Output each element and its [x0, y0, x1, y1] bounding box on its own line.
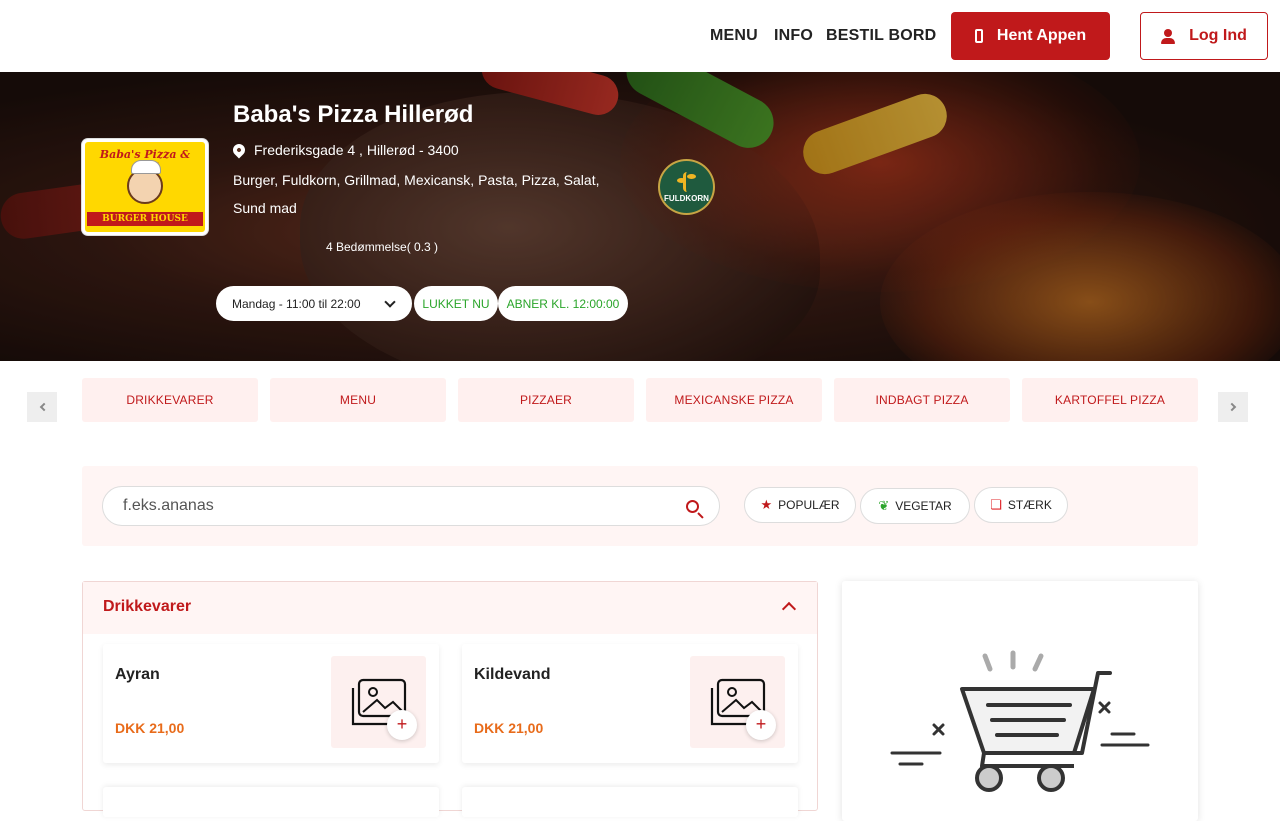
phone-icon: [974, 29, 983, 43]
add-to-cart-button[interactable]: +: [746, 710, 776, 740]
login-button[interactable]: Log Ind: [1140, 12, 1268, 60]
category-scroll-left[interactable]: [27, 392, 57, 422]
login-label: Log Ind: [1189, 27, 1247, 44]
search-input[interactable]: [102, 486, 720, 526]
menu-section-header[interactable]: [83, 582, 817, 634]
category-tab-drikkevarer[interactable]: DRIKKEVARER: [82, 378, 258, 422]
chevron-left-icon: [39, 402, 48, 412]
category-tab-menu[interactable]: MENU: [270, 378, 446, 422]
address-text: Frederiksgade 4 , Hillerød - 3400: [254, 142, 459, 158]
rating-text: 4 Bedømmelse( 0.3 ): [326, 240, 439, 254]
chevron-down-icon: [384, 296, 396, 308]
category-scroll-right[interactable]: [1218, 392, 1248, 422]
location-pin-icon: [230, 141, 248, 159]
empty-cart-icon: [890, 650, 1150, 792]
opens-at-badge: ABNER KL. 12:00:00: [498, 286, 628, 321]
wheat-icon: [676, 171, 696, 192]
cuisine-list: Burger, Fuldkorn, Grillmad, Mexicansk, P…: [233, 172, 600, 216]
filter-spicy[interactable]: ❏ STÆRK: [974, 487, 1068, 523]
item-name: Kildevand: [474, 666, 551, 683]
leaf-icon: ❦: [878, 498, 890, 513]
item-name: Ayran: [115, 666, 160, 683]
search-icon[interactable]: [686, 500, 704, 519]
category-tab-indbagt-pizza[interactable]: INDBAGT PIZZA: [834, 378, 1010, 422]
closed-now-badge: LUKKET NU: [414, 286, 498, 321]
opening-hours-select[interactable]: Mandag - 11:00 til 22:00: [216, 286, 412, 321]
opening-hours-value: Mandag - 11:00 til 22:00: [232, 296, 361, 311]
chef-illustration: [127, 160, 163, 204]
menu-item-card[interactable]: Ayran DKK 21,00 +: [103, 644, 439, 763]
logo-band: BURGER HOUSE: [87, 212, 203, 226]
fuldkorn-label: FULDKORN: [664, 193, 709, 203]
get-app-label: Hent Appen: [996, 27, 1087, 44]
user-icon: [1161, 28, 1176, 44]
category-tab-kartoffel-pizza[interactable]: KARTOFFEL PIZZA: [1022, 378, 1198, 422]
nav-book-table[interactable]: BESTIL BORD: [826, 27, 936, 45]
restaurant-name: Baba's Pizza Hillerød: [233, 101, 474, 128]
nav-info[interactable]: INFO: [774, 27, 813, 45]
filter-popular-label: POPULÆR: [778, 498, 840, 512]
filter-vegetarian[interactable]: ❦ VEGETAR: [860, 488, 970, 524]
category-tab-mexicanske-pizza[interactable]: MEXICANSKE PIZZA: [646, 378, 822, 422]
category-tab-pizzaer[interactable]: PIZZAER: [458, 378, 634, 422]
add-to-cart-button[interactable]: +: [387, 710, 417, 740]
get-app-button[interactable]: Hent Appen: [951, 12, 1110, 60]
chevron-right-icon: [1227, 402, 1236, 412]
filter-popular[interactable]: ★ POPULÆR: [744, 487, 856, 523]
filter-vegetarian-label: VEGETAR: [895, 499, 952, 513]
star-icon: ★: [760, 497, 773, 512]
chili-icon: ❏: [990, 497, 1002, 512]
filter-spicy-label: STÆRK: [1007, 498, 1052, 512]
restaurant-logo: Baba's Pizza & Grill BURGER HOUSE: [82, 139, 208, 235]
menu-item-card[interactable]: Kildevand DKK 21,00 +: [462, 644, 798, 763]
item-price: DKK 21,00: [474, 720, 544, 736]
cart-panel: [842, 581, 1198, 821]
nav-menu[interactable]: MENU: [710, 27, 758, 45]
menu-item-card-partial[interactable]: [462, 787, 798, 817]
menu-item-card-partial[interactable]: [103, 787, 439, 817]
item-price: DKK 21,00: [115, 720, 185, 736]
restaurant-address: Frederiksgade 4 , Hillerød - 3400: [230, 141, 459, 159]
fuldkorn-badge: FULDKORN: [658, 159, 715, 215]
section-title: Drikkevarer: [103, 598, 192, 615]
